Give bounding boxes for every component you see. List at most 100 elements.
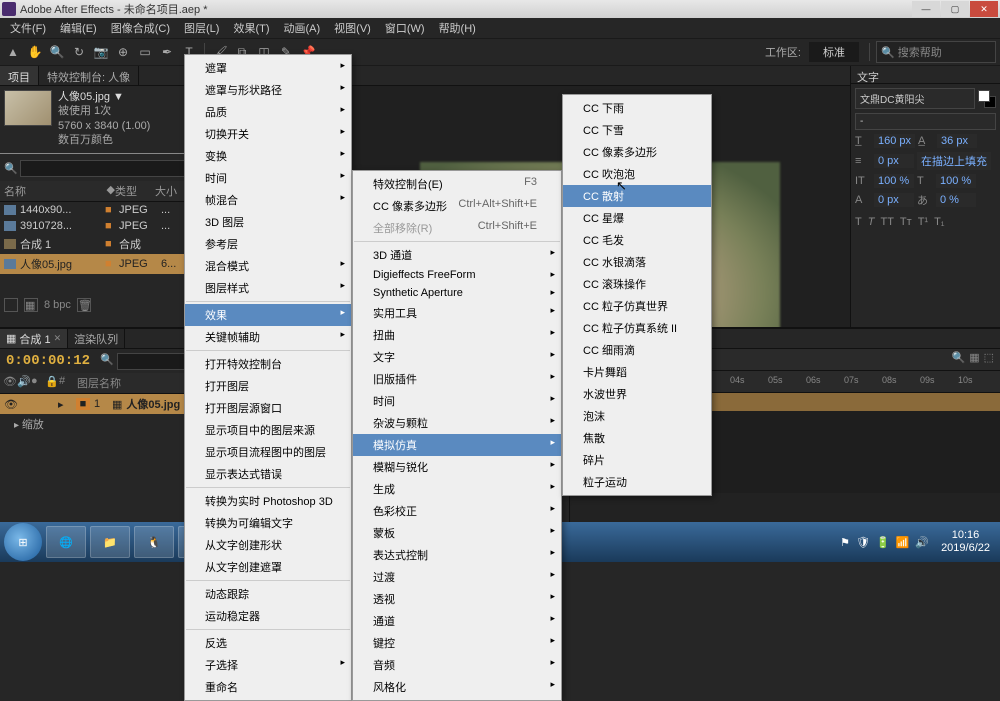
asset-row[interactable]: 人像05.jpg■JPEG6... [0, 254, 189, 274]
menu-item[interactable]: 显示项目流程图中的图层 [185, 441, 351, 463]
close-button[interactable]: ✕ [970, 1, 998, 17]
menu-item[interactable]: 泡沫 [563, 405, 711, 427]
menu-item[interactable]: 帧混合 [185, 189, 351, 211]
tab-effect-controls[interactable]: 特效控制台: 人像 [39, 66, 139, 85]
menu-item[interactable]: 模拟仿真 [353, 434, 561, 456]
camera-tool-icon[interactable]: 📷 [92, 43, 110, 61]
menu-animation[interactable]: 动画(A) [278, 18, 327, 38]
col-name[interactable]: 名称 [4, 183, 107, 199]
baseline-value[interactable]: 0 px [874, 193, 914, 207]
menu-item[interactable]: Synthetic Aperture [353, 284, 561, 302]
menu-item[interactable]: CC 散射 [563, 185, 711, 207]
menu-item[interactable]: CC 粒子仿真系统 II [563, 317, 711, 339]
menu-layer[interactable]: 图层(L) [178, 18, 225, 38]
video-toggle-icon[interactable]: 👁 [4, 398, 18, 411]
menu-item[interactable]: 文字 [353, 346, 561, 368]
menu-item[interactable]: 特效控制台(E)F3 [353, 173, 561, 195]
menu-item[interactable]: 3D 图层 [185, 211, 351, 233]
rotate-tool-icon[interactable]: ↻ [70, 43, 88, 61]
layer-label-color[interactable]: ■ [76, 398, 90, 410]
selection-tool-icon[interactable]: ▲ [4, 43, 22, 61]
menu-item[interactable]: 动态跟踪 [185, 583, 351, 605]
tab-character[interactable]: 文字 [851, 66, 1000, 84]
asset-row[interactable]: 合成 1■合成 [0, 234, 189, 254]
menu-edit[interactable]: 编辑(E) [54, 18, 103, 38]
menu-item[interactable]: 重命名 [185, 676, 351, 698]
task-explorer-icon[interactable]: 📁 [90, 526, 130, 558]
menu-item[interactable]: 切换开关 [185, 123, 351, 145]
menu-item[interactable]: 扭曲 [353, 324, 561, 346]
maximize-button[interactable]: ▢ [941, 1, 969, 17]
menu-item[interactable]: CC 吹泡泡 [563, 163, 711, 185]
menu-effect[interactable]: 效果(T) [227, 18, 275, 38]
menu-item[interactable]: 效果 [185, 304, 351, 326]
menu-item[interactable]: 通道 [353, 610, 561, 632]
pan-behind-tool-icon[interactable]: ⊕ [114, 43, 132, 61]
leading-value[interactable]: 36 px [937, 134, 977, 148]
lock-toggle-icon[interactable]: ▸ [58, 398, 72, 411]
kerning-value[interactable]: 0 px [874, 154, 914, 168]
menu-item[interactable]: 运动稳定器 [185, 605, 351, 627]
faux-bold-icon[interactable]: T [855, 216, 862, 228]
menu-item[interactable]: 显示项目中的图层来源 [185, 419, 351, 441]
minimize-button[interactable]: — [912, 1, 940, 17]
asset-row[interactable]: 3910728...■JPEG... [0, 218, 189, 234]
menu-item[interactable]: 风格化 [353, 676, 561, 698]
menu-item[interactable]: CC 水银滴落 [563, 251, 711, 273]
menu-composition[interactable]: 图像合成(C) [105, 18, 176, 38]
menu-item[interactable]: CC 下雨 [563, 97, 711, 119]
tray-volume-icon[interactable]: 🔊 [915, 536, 929, 549]
menu-item[interactable]: 参考层 [185, 233, 351, 255]
menu-item[interactable]: CC 像素多边形Ctrl+Alt+Shift+E [353, 195, 561, 217]
menu-file[interactable]: 文件(F) [4, 18, 52, 38]
menu-item[interactable]: 子选择 [185, 654, 351, 676]
menu-item[interactable]: 表达式控制 [353, 544, 561, 566]
tray-flag-icon[interactable]: ⚑ [840, 536, 850, 549]
menu-item[interactable]: 显示表达式错误 [185, 463, 351, 485]
menu-item[interactable]: 粒子运动 [563, 471, 711, 493]
menu-item[interactable]: 键控 [353, 632, 561, 654]
close-tab-icon[interactable]: ✕ [54, 333, 62, 344]
menu-item[interactable]: 反选 [185, 632, 351, 654]
menu-item[interactable]: 遮罩与形状路径 [185, 79, 351, 101]
tsume-value[interactable]: 0 % [936, 193, 976, 207]
menu-item[interactable]: 碎片 [563, 449, 711, 471]
vscale-value[interactable]: 100 % [874, 174, 914, 188]
menu-item[interactable]: 蒙板 [353, 522, 561, 544]
trash-icon[interactable]: 🗑 [77, 298, 91, 312]
menu-item[interactable]: 过渡 [353, 566, 561, 588]
search-help-input[interactable]: 🔍 搜索帮助 [876, 41, 996, 63]
menu-item[interactable]: 打开特效控制台 [185, 353, 351, 375]
menu-item[interactable]: 从文字创建遮罩 [185, 556, 351, 578]
tab-comp1[interactable]: ▦ 合成 1 ✕ [0, 329, 68, 348]
menu-item[interactable]: 关键帧辅助 [185, 326, 351, 348]
menu-item[interactable]: 焦散 [563, 427, 711, 449]
menu-item[interactable]: 转换为实时 Photoshop 3D [185, 490, 351, 512]
menu-item[interactable]: 时间 [353, 390, 561, 412]
menu-item[interactable]: 透视 [353, 588, 561, 610]
menu-item[interactable]: 打开图层 [185, 375, 351, 397]
menu-item[interactable]: 生成 [353, 478, 561, 500]
smallcaps-icon[interactable]: Tᴛ [900, 216, 912, 228]
tab-render-queue[interactable]: 渲染队列 [68, 329, 125, 348]
tray-clock[interactable]: 10:16 2019/6/22 [935, 529, 996, 555]
menu-item[interactable]: CC 细雨滴 [563, 339, 711, 361]
menu-item[interactable]: Digieffects FreeForm [353, 266, 561, 284]
superscript-icon[interactable]: T¹ [918, 216, 928, 228]
pen-tool-icon[interactable]: ✒ [158, 43, 176, 61]
allcaps-icon[interactable]: TT [880, 216, 893, 228]
col-type[interactable]: 类型 [115, 183, 155, 199]
menu-item[interactable]: 混合模式 [185, 255, 351, 277]
menu-item[interactable]: 品质 [185, 101, 351, 123]
menu-item[interactable]: 旧版插件 [353, 368, 561, 390]
menu-item[interactable]: 时间 [185, 167, 351, 189]
menu-help[interactable]: 帮助(H) [433, 18, 482, 38]
bpc-indicator[interactable]: 8 bpc [44, 299, 71, 311]
col-size[interactable]: 大小 [155, 183, 185, 199]
tab-project[interactable]: 项目 [0, 66, 39, 85]
task-ie-icon[interactable]: 🌐 [46, 526, 86, 558]
menu-item[interactable]: CC 毛发 [563, 229, 711, 251]
workspace-selector[interactable]: 标准 [809, 42, 859, 62]
tray-network-icon[interactable]: 📶 [896, 536, 910, 549]
menu-item[interactable]: 卡片舞蹈 [563, 361, 711, 383]
